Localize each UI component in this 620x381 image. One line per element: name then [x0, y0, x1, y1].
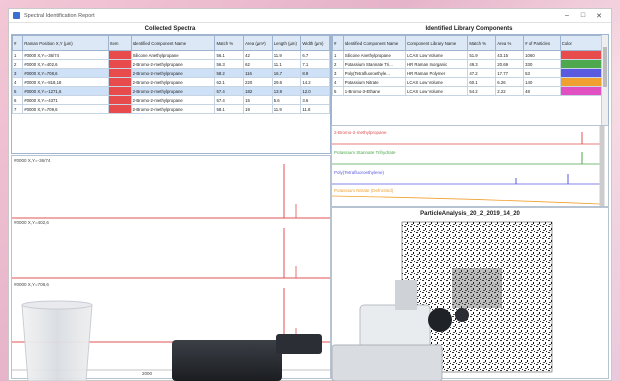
library-components-title: Identified Library Components	[425, 26, 513, 32]
col-length[interactable]: Length (µm)	[271, 35, 302, 51]
app-icon	[13, 12, 20, 19]
table-row[interactable]: 5 #0000 X,Y=-1271,6 2-Bromo-2-methylpropan…	[12, 86, 330, 96]
library-trace-label: Potassium Nitrate (Defrosted)	[334, 188, 394, 193]
library-trace-label: 2-Bromo-2-methylpropane	[334, 130, 387, 135]
title-bar: Spectral Identification Report – □ ✕	[9, 9, 611, 23]
particle-analysis-panel: ParticleAnalysis_20_2_2019_14_20	[331, 207, 609, 379]
table-scrollbar[interactable]	[601, 35, 608, 125]
col-width[interactable]: Width (µm)	[300, 35, 330, 51]
minimize-icon[interactable]: –	[559, 12, 575, 19]
col-area[interactable]: Area %	[495, 35, 525, 51]
item-swatch	[108, 59, 132, 69]
x-axis-tick: 2000	[142, 371, 153, 376]
col-index[interactable]: #	[332, 35, 344, 51]
spectra-plot-panel: #0000 X,Y=-36/74 #0000 X,Y=402,6 #0000 X…	[11, 155, 331, 379]
item-swatch	[108, 68, 132, 78]
library-trace-label: Potassium Stannate Trihydrate	[334, 150, 396, 155]
col-match[interactable]: Match %	[214, 35, 245, 51]
table-row[interactable]: 4 Potassium Nitrate LCAS Low Volume 60.1 6.2…	[332, 77, 608, 87]
table-row[interactable]: 5 1-Bromo-3-Ethane LCAS Low Volume 54.2 2.22…	[332, 86, 608, 96]
col-item[interactable]: Item	[108, 35, 132, 51]
item-swatch	[108, 104, 132, 114]
particle-map	[401, 221, 553, 373]
item-swatch	[108, 77, 132, 87]
col-library[interactable]: Component Library Name	[405, 35, 469, 51]
item-swatch	[108, 95, 132, 105]
library-components-table: # Identified Component Name Component Li…	[331, 34, 609, 126]
table-row[interactable]: 2 Potassium Stannate Tri... HR Raman Inorg…	[332, 59, 608, 69]
col-index[interactable]: #	[12, 35, 24, 51]
table-row[interactable]: 4 #0000 X,Y=-818,18 2-Bromo-2-methylpropan…	[12, 77, 330, 87]
collected-spectra-title: Collected Spectra	[144, 26, 196, 32]
col-match[interactable]: Match %	[467, 35, 497, 51]
table-row[interactable]: 3 Poly(Tetrafluoroethyle... HR Raman Polym…	[332, 68, 608, 78]
library-plot-panel: 2-Bromo-2-methylpropane Potassium Stanna…	[331, 125, 609, 207]
collected-spectra-table: # Raman Position X,Y (µm) Item Identifie…	[11, 34, 331, 154]
col-component[interactable]: Identified Component Name	[130, 35, 216, 51]
col-particles[interactable]: # of Particles	[523, 35, 561, 51]
window-title: Spectral Identification Report	[24, 12, 95, 19]
table-row[interactable]: 1 Silicone Anethylpropane LCAS Low Volume 5…	[332, 50, 608, 60]
table-row[interactable]: 7 #0000 X,Y=709,6 2-Bromo-2-methylpropane 5…	[12, 104, 330, 114]
col-area[interactable]: Area (µm²)	[243, 35, 273, 51]
item-swatch	[108, 50, 132, 60]
spectra-plot	[12, 164, 330, 371]
table-row[interactable]: 1 #0000 X,Y=-36/74 Silicone Anethylpropane…	[12, 50, 330, 60]
library-trace-label: Poly(Tetrafluoroethylene)	[334, 170, 385, 175]
table-row[interactable]: 6 #0000 X,Y=-4371 2-Bromo-2-methylpropane 5…	[12, 95, 330, 105]
app-window: Spectral Identification Report – □ ✕ Col…	[8, 8, 612, 381]
spectrum-label: #0000 X,Y=708,6	[14, 282, 49, 287]
col-position[interactable]: Raman Position X,Y (µm)	[22, 35, 110, 51]
spectrum-label: #0000 X,Y=402,6	[14, 220, 49, 225]
table-row[interactable]: 2 #0000 X,Y=402,6 2-Bromo-2-methylpropane 5…	[12, 59, 330, 69]
library-plot	[332, 126, 605, 206]
table-row[interactable]: 3 #0000 X,Y=708,6 2-Bromo-2-methylpropane 5…	[12, 68, 330, 78]
col-component[interactable]: Identified Component Name	[342, 35, 407, 51]
close-icon[interactable]: ✕	[591, 12, 607, 20]
maximize-icon[interactable]: □	[575, 12, 591, 19]
item-swatch	[108, 86, 132, 96]
